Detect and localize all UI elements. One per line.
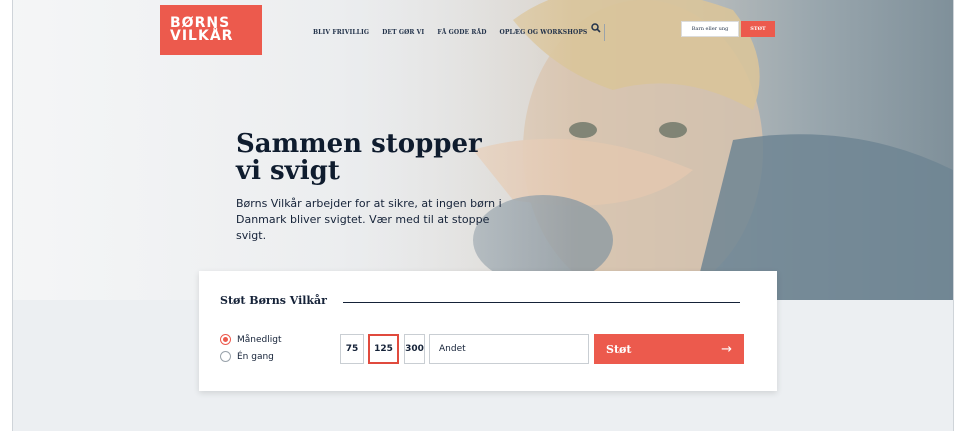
nav-divider xyxy=(604,24,606,41)
radio-monthly[interactable] xyxy=(220,334,231,345)
search-icon[interactable] xyxy=(591,23,601,33)
child-or-youth-button[interactable]: Barn eller ung xyxy=(681,21,739,37)
nav-item-oplaeg-workshops[interactable]: OPLÆG OG WORKSHOPS xyxy=(500,29,588,36)
brand-logo-line2: VILKÅR xyxy=(170,28,234,44)
radio-once[interactable] xyxy=(220,351,231,362)
frequency-monthly-label: Månedligt xyxy=(237,334,282,345)
frequency-once[interactable]: Én gang xyxy=(220,351,274,362)
other-amount-input[interactable]: Andet xyxy=(429,334,589,364)
frequency-once-label: Én gang xyxy=(237,351,274,362)
support-header-button[interactable]: STØT xyxy=(741,21,775,37)
amount-125-button[interactable]: 125 xyxy=(368,334,399,364)
amount-300-button[interactable]: 300 xyxy=(404,334,425,364)
donation-title-rule xyxy=(343,302,740,303)
donate-submit-label: Støt xyxy=(606,342,632,356)
donation-card: Støt Børns Vilkår Månedligt Én gang 75 1… xyxy=(199,271,777,391)
arrow-right-icon: → xyxy=(721,341,732,357)
frequency-monthly[interactable]: Månedligt xyxy=(220,334,281,345)
nav-item-det-gor-vi[interactable]: DET GØR VI xyxy=(382,29,424,36)
page-frame: BØRNS VILKÅR BLIV FRIVILLIG DET GØR VI F… xyxy=(12,0,954,431)
amount-75-button[interactable]: 75 xyxy=(340,334,364,364)
donation-title: Støt Børns Vilkår xyxy=(220,294,327,307)
hero-intro: Børns Vilkår arbejder for at sikre, at i… xyxy=(236,197,502,242)
nav-item-faa-gode-raad[interactable]: FÅ GODE RÅD xyxy=(437,29,486,36)
main-nav: BLIV FRIVILLIG DET GØR VI FÅ GODE RÅD OP… xyxy=(313,24,606,41)
brand-logo[interactable]: BØRNS VILKÅR xyxy=(160,5,262,55)
hero-headline: Sammen stopper vi svigt xyxy=(236,129,482,186)
other-amount-label: Andet xyxy=(439,344,466,354)
donate-submit-button[interactable]: Støt → xyxy=(594,334,744,364)
nav-item-bliv-frivillig[interactable]: BLIV FRIVILLIG xyxy=(313,29,369,36)
